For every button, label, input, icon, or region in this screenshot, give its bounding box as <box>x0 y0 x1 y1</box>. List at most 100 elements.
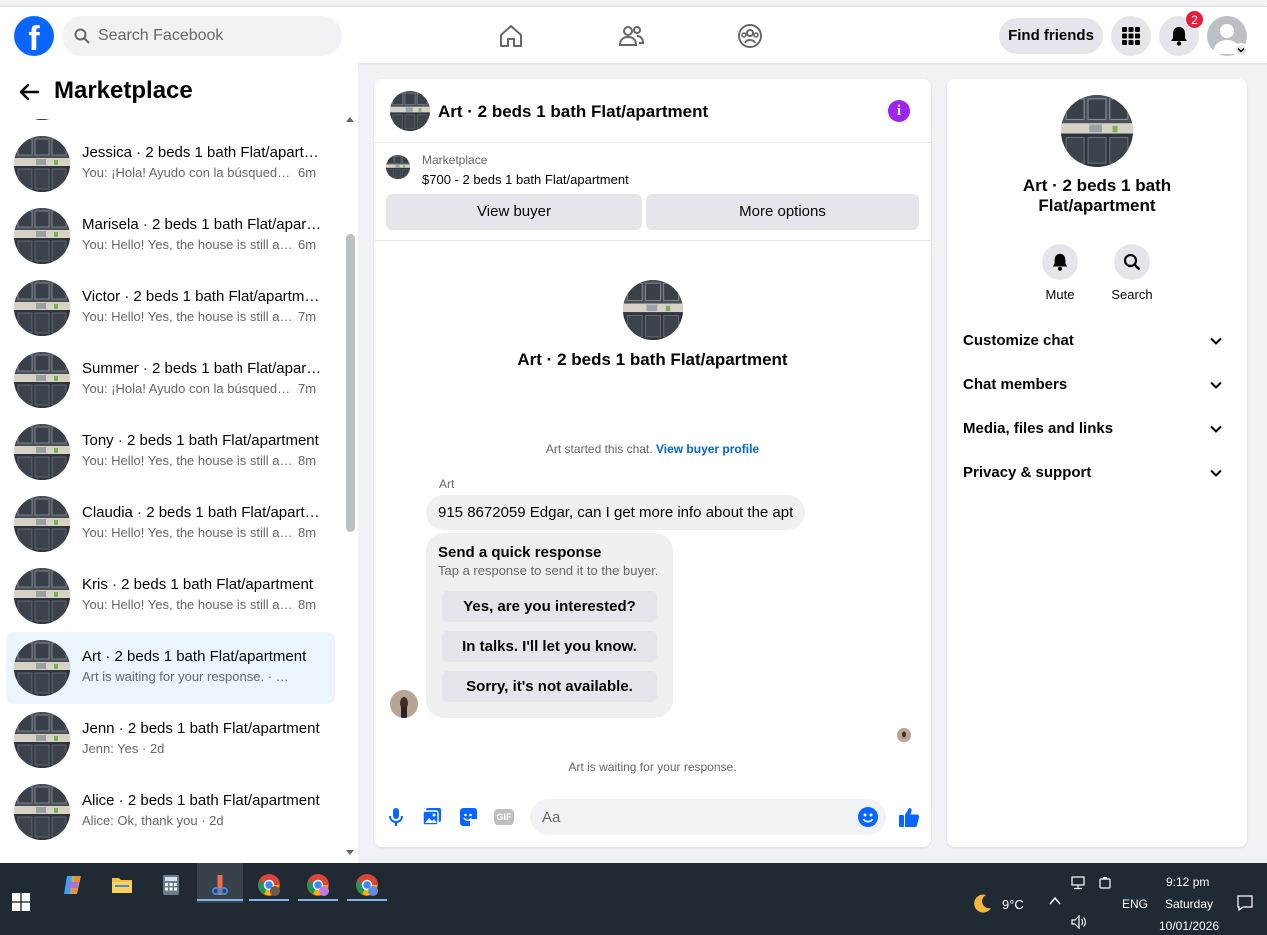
privacy-support-section[interactable]: Privacy & support <box>955 451 1239 495</box>
language-indicator[interactable]: ENG <box>1122 897 1148 911</box>
weather-temperature[interactable]: 9°C <box>1002 897 1024 912</box>
find-friends-button[interactable]: Find friends <box>999 18 1103 54</box>
friends-icon[interactable] <box>617 22 645 50</box>
chat-avatar[interactable] <box>390 91 430 131</box>
conversation-name: Marisela · 2 beds 1 bath Flat/apartment <box>82 216 322 233</box>
mute-action[interactable]: Mute <box>1030 244 1090 302</box>
info-icon[interactable]: i <box>888 100 910 122</box>
listing-price[interactable]: $700 - 2 beds 1 bath Flat/apartment <box>422 172 629 187</box>
conversation-item[interactable]: Claudia · 2 beds 1 bath Flat/apartment Yo… <box>6 488 335 560</box>
incoming-message[interactable]: 915 8672059 Edgar, can I get more info a… <box>426 495 806 530</box>
home-icon[interactable] <box>497 22 525 50</box>
conversation-name: Jessica · 2 beds 1 bath Flat/apartment <box>82 144 322 161</box>
chrome-profile-2-icon[interactable] <box>306 873 330 897</box>
groups-icon[interactable] <box>736 22 764 50</box>
conversation-item[interactable]: Victor · 2 beds 1 bath Flat/apartment You… <box>6 272 335 344</box>
quick-response-card: Send a quick response Tap a response to … <box>426 533 673 718</box>
conversation-time: 7m <box>298 381 317 396</box>
grid-menu-icon <box>1122 27 1140 45</box>
chat-members-section[interactable]: Chat members <box>955 363 1239 407</box>
conversation-avatar <box>14 568 70 624</box>
conversation-sidebar: Marketplace Jessica · 2 beds 1 bath Flat… <box>0 63 358 863</box>
scroll-down-arrow-icon[interactable] <box>345 849 355 857</box>
conversation-time: 8m <box>298 525 317 540</box>
quick-response-button[interactable]: Sorry, it's not available. <box>442 671 657 702</box>
conversation-time: 6m <box>298 237 317 252</box>
copilot-icon[interactable] <box>61 873 85 897</box>
chrome-profile-3-icon[interactable] <box>355 873 379 897</box>
app-running-indicator <box>298 899 338 901</box>
view-buyer-button[interactable]: View buyer <box>386 194 642 230</box>
account-chevron-icon[interactable] <box>1234 43 1248 57</box>
clock-date[interactable]: 10/01/2026 <box>1159 919 1219 933</box>
conversation-preview: You: Hello! Yes, the house is still avai… <box>82 237 294 252</box>
conversation-avatar <box>14 424 70 480</box>
search-box[interactable] <box>62 16 342 56</box>
conversation-preview: You: Hello! Yes, the house is still avai… <box>82 309 294 324</box>
message-input[interactable] <box>542 799 842 835</box>
section-label: Customize chat <box>963 332 1074 349</box>
conversation-item[interactable]: Jessica · 2 beds 1 bath Flat/apartment Yo… <box>6 128 335 200</box>
bell-icon <box>1171 27 1187 46</box>
conversation-preview: Alice: Ok, thank you · 2d <box>82 813 224 828</box>
conversation-name: Alice · 2 beds 1 bath Flat/apartment <box>82 792 320 809</box>
volume-icon[interactable] <box>1071 915 1087 929</box>
chrome-profile-1-icon[interactable] <box>257 873 281 897</box>
conversation-item[interactable] <box>6 119 335 128</box>
search-action[interactable]: Search <box>1102 244 1162 302</box>
clock-day[interactable]: Saturday <box>1165 897 1213 911</box>
like-thumb-icon[interactable] <box>898 806 920 828</box>
conversation-name: Victor · 2 beds 1 bath Flat/apartment <box>82 288 322 305</box>
conversation-item[interactable]: Marisela · 2 beds 1 bath Flat/apartment Y… <box>6 200 335 272</box>
details-avatar[interactable] <box>1061 95 1133 167</box>
notification-center-icon[interactable] <box>1237 895 1253 911</box>
scrollbar-thumb[interactable] <box>346 234 355 532</box>
emoji-icon[interactable] <box>858 807 878 827</box>
windows-start-icon[interactable] <box>12 893 30 911</box>
snipping-tool-icon[interactable] <box>208 873 232 897</box>
message-input-box[interactable] <box>530 799 886 835</box>
quick-response-button[interactable]: In talks. I'll let you know. <box>442 631 657 662</box>
conversation-item[interactable]: Kris · 2 beds 1 bath Flat/apartment You: … <box>6 560 335 632</box>
network-icon[interactable] <box>1071 876 1088 890</box>
listing-thumbnail[interactable] <box>386 155 410 179</box>
menu-button[interactable] <box>1111 16 1151 56</box>
conversation-item[interactable]: Art · 2 beds 1 bath Flat/apartment Art is… <box>6 632 335 704</box>
conversation-item[interactable]: Tony · 2 beds 1 bath Flat/apartment You: … <box>6 416 335 488</box>
chat-title[interactable]: Art · 2 beds 1 bath Flat/apartment <box>438 102 708 122</box>
back-arrow-icon[interactable] <box>18 81 40 103</box>
moon-weather-icon[interactable] <box>971 893 993 915</box>
search-input[interactable] <box>98 16 328 56</box>
calculator-icon[interactable] <box>159 873 183 897</box>
page-title: Marketplace <box>54 77 193 104</box>
chat-started-text: Art started this chat. <box>545 442 653 456</box>
conversation-item[interactable]: Jenn · 2 beds 1 bath Flat/apartment Jenn:… <box>6 704 335 776</box>
microphone-icon[interactable] <box>386 807 406 827</box>
battery-icon[interactable] <box>1098 876 1112 890</box>
sticker-icon[interactable] <box>458 807 478 827</box>
customize-chat-section[interactable]: Customize chat <box>955 319 1239 363</box>
chevron-up-icon[interactable] <box>1049 896 1061 906</box>
message-sender: Art <box>439 477 455 491</box>
scroll-up-arrow-icon[interactable] <box>345 115 355 123</box>
conversation-item[interactable]: Alice · 2 beds 1 bath Flat/apartment Alic… <box>6 776 335 848</box>
chat-details-panel: Art · 2 beds 1 bath Flat/apartment Mute … <box>947 79 1247 847</box>
more-options-button[interactable]: More options <box>646 194 919 230</box>
conversation-name: Jenn · 2 beds 1 bath Flat/apartment <box>82 720 320 737</box>
photo-icon[interactable] <box>422 807 442 827</box>
file-explorer-icon[interactable] <box>110 873 134 897</box>
media-files-links-section[interactable]: Media, files and links <box>955 407 1239 451</box>
conversation-preview: You: Hello! Yes, the house is still avai… <box>82 453 294 468</box>
conversation-list: Jessica · 2 beds 1 bath Flat/apartment Yo… <box>0 119 342 863</box>
facebook-logo-icon[interactable]: f <box>14 16 54 56</box>
view-buyer-profile-link[interactable]: View buyer profile <box>656 442 759 456</box>
sender-avatar[interactable] <box>390 690 418 718</box>
conversation-item[interactable]: Summer · 2 beds 1 bath Flat/apartment You… <box>6 344 335 416</box>
conversation-time: 8m <box>298 597 317 612</box>
app-running-indicator <box>249 899 289 901</box>
quick-response-button[interactable]: Yes, are you interested? <box>442 591 657 622</box>
clock-time[interactable]: 9:12 pm <box>1166 875 1209 889</box>
gif-icon[interactable]: GIF <box>494 809 514 825</box>
chevron-down-icon <box>1210 381 1222 389</box>
notification-badge: 2 <box>1185 10 1204 29</box>
